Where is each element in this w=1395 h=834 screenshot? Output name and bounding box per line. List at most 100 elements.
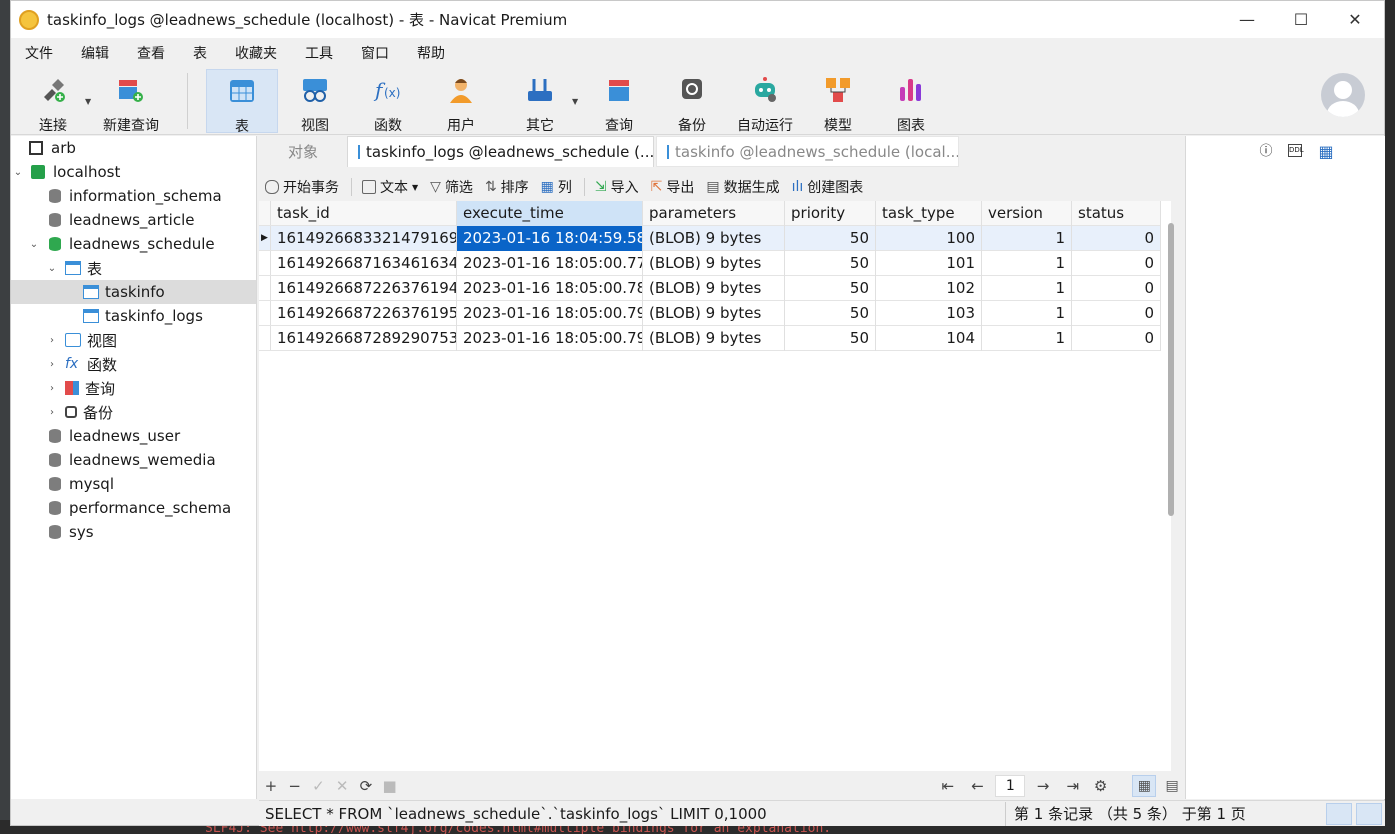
- toolbar-model-button[interactable]: 模型: [802, 69, 874, 134]
- export-button[interactable]: ⇱ 导出: [651, 177, 695, 197]
- collapsed-chevron-icon[interactable]: ›: [47, 359, 57, 370]
- cell-status[interactable]: 0: [1072, 251, 1161, 276]
- text-button[interactable]: 文本 ▼: [362, 177, 418, 197]
- create-chart-button[interactable]: ılı 创建图表: [792, 177, 864, 197]
- cell-parameters[interactable]: (BLOB) 9 bytes: [643, 251, 785, 276]
- cell-task-id[interactable]: 1614926683321479169: [271, 226, 457, 251]
- cell-task-type[interactable]: 103: [876, 301, 982, 326]
- menu-file[interactable]: 文件: [19, 43, 67, 63]
- data-generation-button[interactable]: ▤ 数据生成: [706, 177, 779, 197]
- cell-version[interactable]: 1: [982, 301, 1072, 326]
- cell-task-id[interactable]: 1614926687163461634: [271, 251, 457, 276]
- cell-parameters[interactable]: (BLOB) 9 bytes: [643, 276, 785, 301]
- tree-item-functions[interactable]: › fx 函数: [47, 352, 117, 376]
- close-button[interactable]: ✕: [1332, 1, 1378, 38]
- discard-changes-button[interactable]: ✕: [330, 777, 354, 795]
- menu-help[interactable]: 帮助: [411, 43, 459, 63]
- next-page-button[interactable]: →: [1031, 777, 1055, 795]
- cell-execute-time[interactable]: 2023-01-16 18:04:59.58: [457, 226, 643, 251]
- cell-version[interactable]: 1: [982, 226, 1072, 251]
- cell-task-type[interactable]: 100: [876, 226, 982, 251]
- cell-task-id[interactable]: 1614926687289290753: [271, 326, 457, 351]
- tree-item-arb[interactable]: arb: [29, 136, 76, 160]
- tab-objects[interactable]: 对象: [259, 136, 347, 167]
- column-header-execute-time[interactable]: execute_time: [457, 201, 643, 226]
- tree-item-leadnews-schedule[interactable]: ⌄ leadnews_schedule: [29, 232, 215, 256]
- connection-dropdown-icon[interactable]: ▼: [85, 97, 91, 106]
- tree-item-taskinfo[interactable]: taskinfo: [11, 280, 256, 304]
- menu-window[interactable]: 窗口: [355, 43, 403, 63]
- cell-parameters[interactable]: (BLOB) 9 bytes: [643, 326, 785, 351]
- column-header-priority[interactable]: priority: [785, 201, 876, 226]
- ddl-icon[interactable]: DDL: [1288, 144, 1304, 157]
- collapsed-chevron-icon[interactable]: ›: [47, 335, 57, 346]
- cell-execute-time[interactable]: 2023-01-16 18:05:00.79: [457, 326, 643, 351]
- column-header-parameters[interactable]: parameters: [643, 201, 785, 226]
- tree-item-queries[interactable]: › 查询: [47, 376, 115, 400]
- delete-record-button[interactable]: −: [283, 777, 307, 795]
- toolbar-automation-button[interactable]: 自动运行: [729, 69, 801, 134]
- tree-item-leadnews-wemedia[interactable]: leadnews_wemedia: [49, 448, 216, 472]
- tree-item-performance-schema[interactable]: performance_schema: [49, 496, 231, 520]
- user-avatar[interactable]: [1321, 73, 1365, 117]
- toolbar-chart-button[interactable]: 图表: [875, 69, 947, 134]
- others-dropdown-icon[interactable]: ▼: [572, 97, 578, 106]
- maximize-button[interactable]: ☐: [1278, 1, 1324, 38]
- toolbar-backup-button[interactable]: 备份: [656, 69, 728, 134]
- cell-version[interactable]: 1: [982, 251, 1072, 276]
- info-icon[interactable]: ⓘ: [1258, 144, 1274, 160]
- table-row[interactable]: 1614926687163461634 2023-01-16 18:05:00.…: [259, 251, 1161, 276]
- cell-version[interactable]: 1: [982, 326, 1072, 351]
- cell-task-id[interactable]: 1614926687226376194: [271, 276, 457, 301]
- refresh-button[interactable]: ⟳: [354, 777, 378, 795]
- cell-status[interactable]: 0: [1072, 226, 1161, 251]
- grid-view-button[interactable]: ▦: [1132, 775, 1157, 797]
- page-number-input[interactable]: 1: [995, 775, 1026, 797]
- cell-parameters[interactable]: (BLOB) 9 bytes: [643, 301, 785, 326]
- menu-edit[interactable]: 编辑: [75, 43, 123, 63]
- cell-task-type[interactable]: 104: [876, 326, 982, 351]
- table-row[interactable]: ▶ 1614926683321479169 2023-01-16 18:04:5…: [259, 226, 1161, 251]
- tree-item-leadnews-article[interactable]: leadnews_article: [49, 208, 194, 232]
- text-dropdown-icon[interactable]: ▼: [412, 183, 418, 192]
- tab-taskinfo-logs[interactable]: taskinfo_logs @leadnews_schedule (...: [347, 136, 654, 167]
- cell-priority[interactable]: 50: [785, 301, 876, 326]
- cell-status[interactable]: 0: [1072, 276, 1161, 301]
- cell-parameters[interactable]: (BLOB) 9 bytes: [643, 226, 785, 251]
- expanded-chevron-icon[interactable]: ⌄: [47, 263, 57, 274]
- form-view-button[interactable]: ▤: [1160, 775, 1184, 797]
- collapsed-chevron-icon[interactable]: ›: [47, 407, 57, 418]
- previous-page-button[interactable]: ←: [966, 777, 990, 795]
- cell-status[interactable]: 0: [1072, 301, 1161, 326]
- begin-transaction-button[interactable]: 开始事务: [265, 177, 339, 197]
- menu-favorites[interactable]: 收藏夹: [229, 43, 291, 63]
- import-button[interactable]: ⇲ 导入: [595, 177, 639, 197]
- expanded-chevron-icon[interactable]: ⌄: [13, 167, 23, 178]
- toolbar-view-button[interactable]: 视图: [279, 69, 351, 134]
- cell-execute-time[interactable]: 2023-01-16 18:05:00.78: [457, 276, 643, 301]
- menu-table[interactable]: 表: [187, 43, 221, 63]
- menu-tools[interactable]: 工具: [299, 43, 347, 63]
- minimize-button[interactable]: —: [1224, 1, 1270, 38]
- cell-priority[interactable]: 50: [785, 251, 876, 276]
- tree-item-taskinfo-logs[interactable]: taskinfo_logs: [83, 304, 203, 328]
- menu-view[interactable]: 查看: [131, 43, 179, 63]
- tree-item-backups[interactable]: › 备份: [47, 400, 113, 424]
- grid-vertical-scrollbar[interactable]: [1168, 223, 1174, 516]
- tree-item-localhost[interactable]: ⌄ localhost: [13, 160, 121, 184]
- toolbar-new-query-button[interactable]: 新建查询: [95, 69, 167, 134]
- tree-item-views[interactable]: › 视图: [47, 328, 117, 352]
- tree-item-mysql[interactable]: mysql: [49, 472, 114, 496]
- apply-changes-button[interactable]: ✓: [307, 777, 331, 795]
- grid-info-icon[interactable]: ▦: [1318, 144, 1334, 160]
- columns-button[interactable]: ▦ 列: [541, 177, 572, 197]
- toolbar-function-button[interactable]: f (x) 函数: [352, 69, 424, 134]
- tree-item-tables[interactable]: ⌄ 表: [47, 256, 102, 280]
- tree-item-sys[interactable]: sys: [49, 520, 94, 544]
- add-record-button[interactable]: +: [259, 777, 283, 795]
- tab-taskinfo[interactable]: taskinfo @leadnews_schedule (local...: [656, 136, 959, 167]
- expanded-chevron-icon[interactable]: ⌄: [29, 239, 39, 250]
- cell-task-id[interactable]: 1614926687226376195: [271, 301, 457, 326]
- toggle-right-pane-button[interactable]: [1356, 802, 1382, 825]
- cell-task-type[interactable]: 102: [876, 276, 982, 301]
